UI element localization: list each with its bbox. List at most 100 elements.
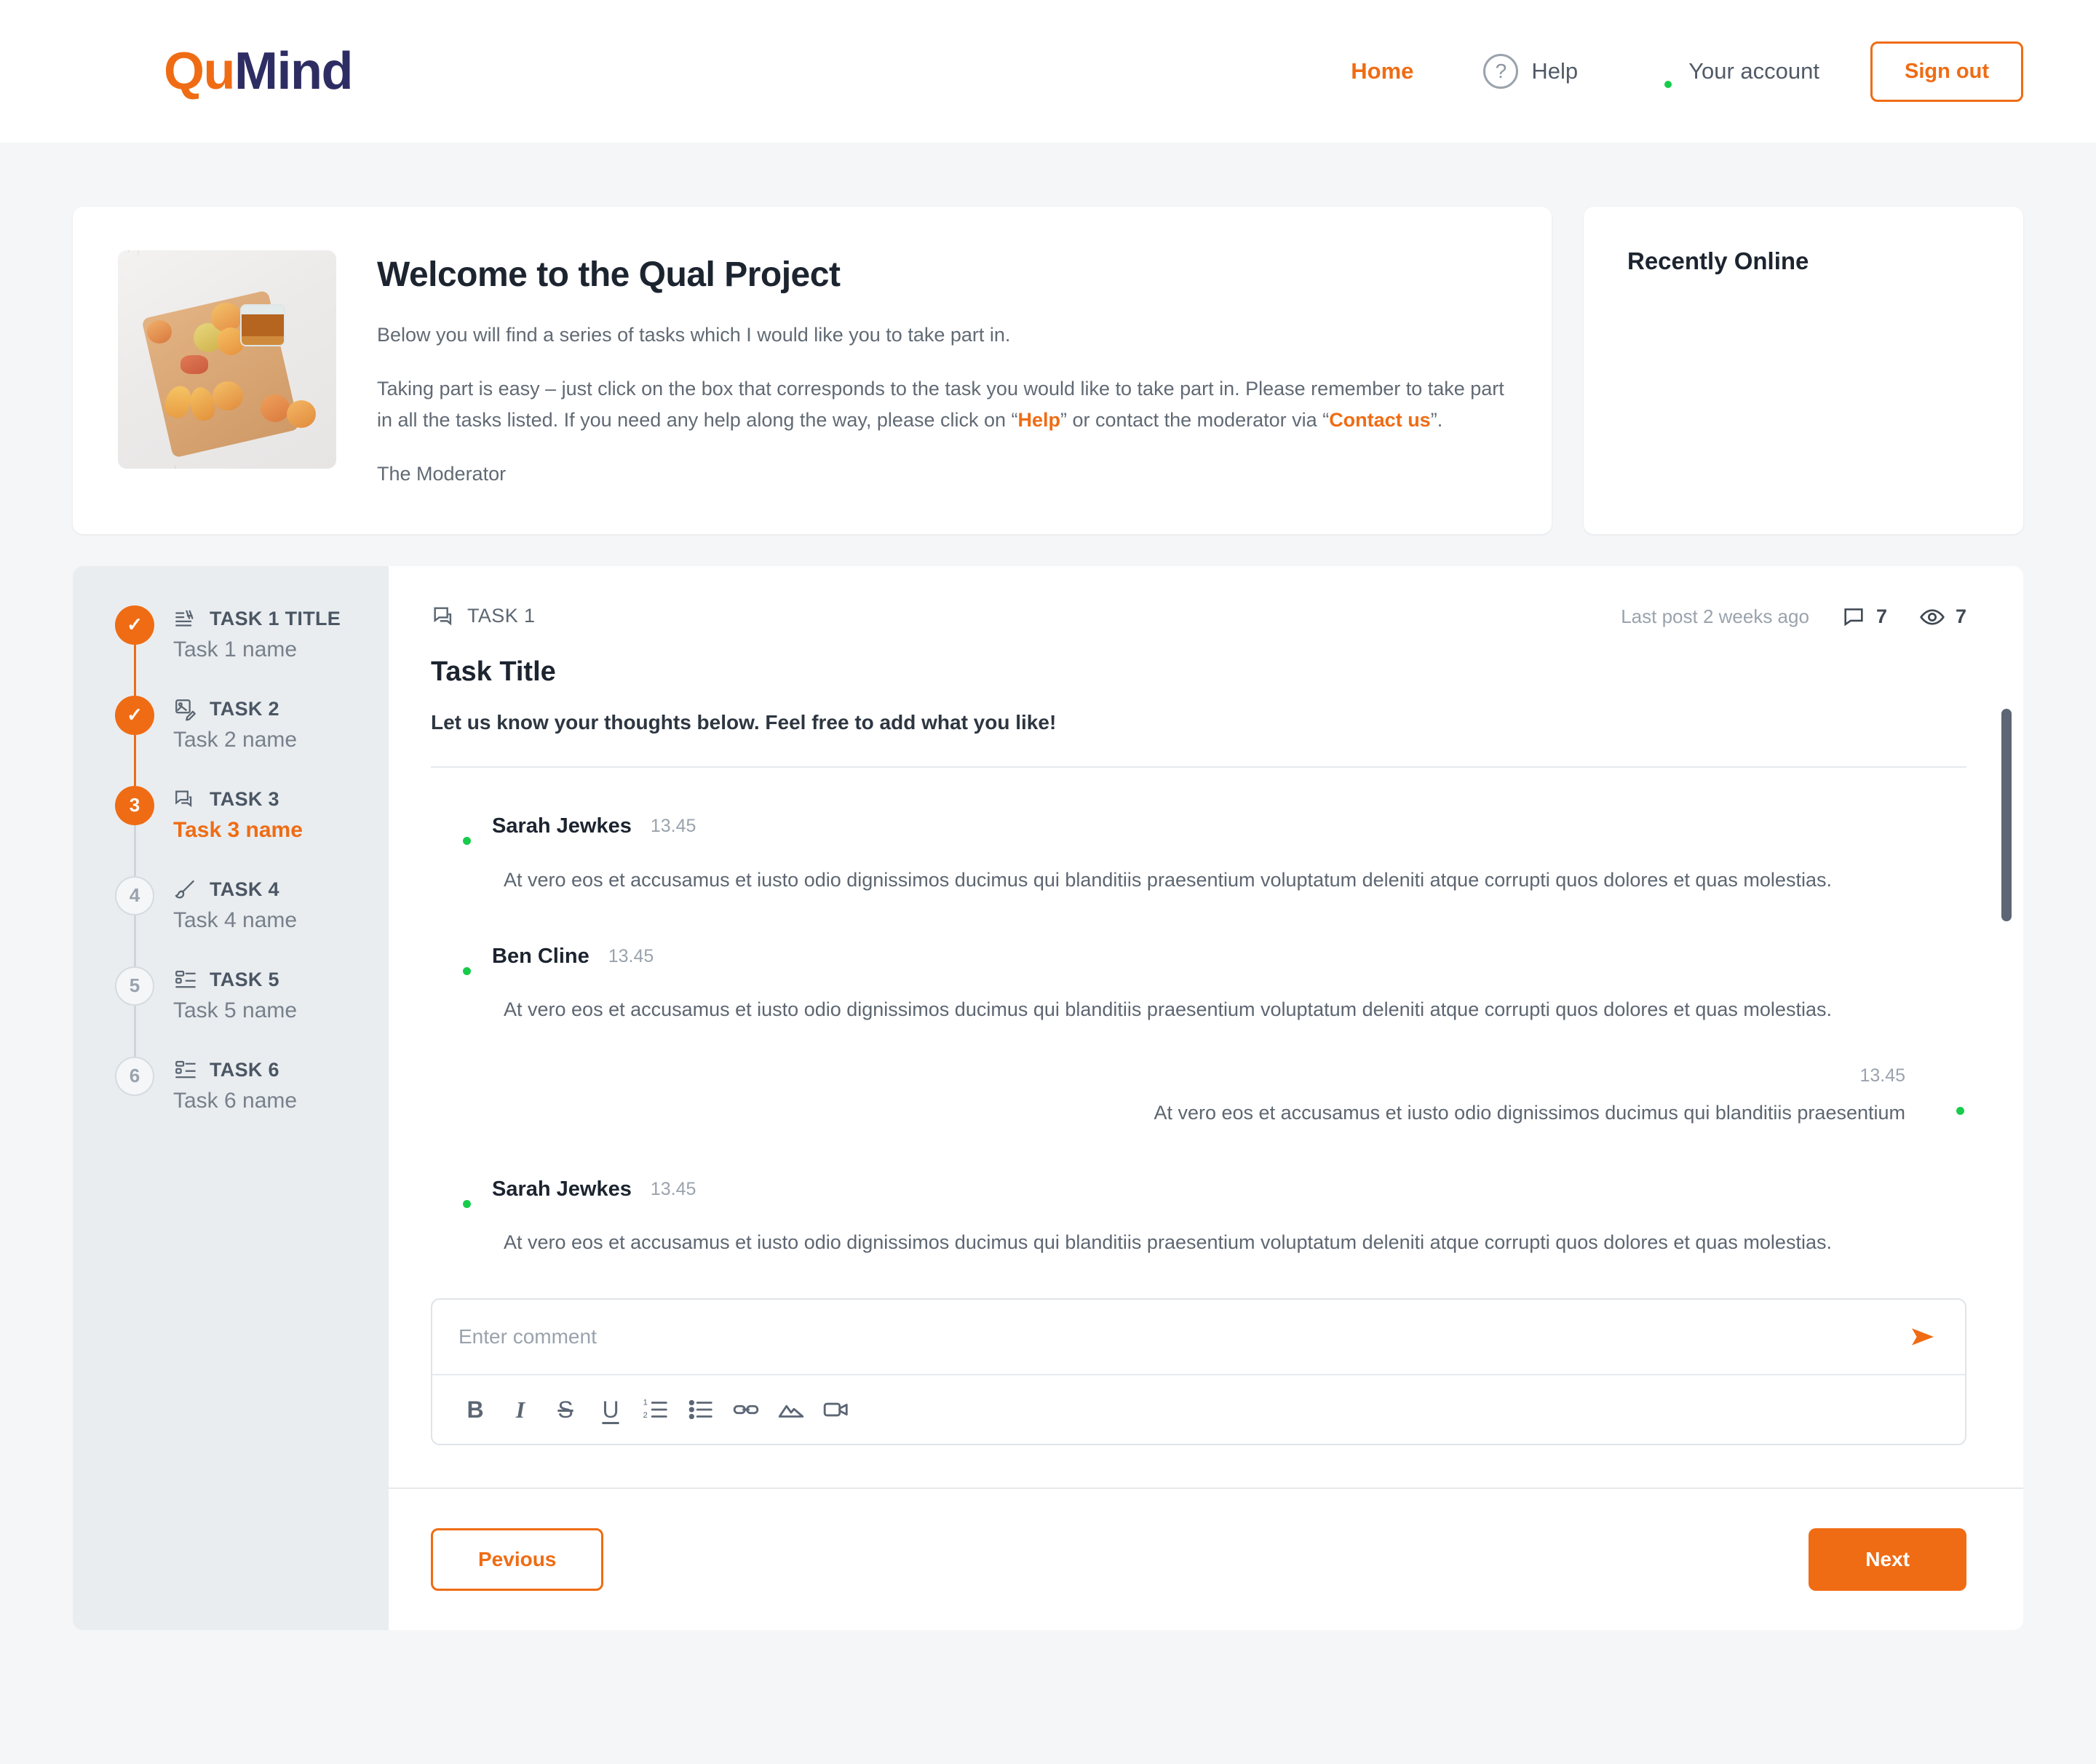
task-step-head: TASK 5 xyxy=(173,968,297,993)
task-step-1[interactable]: ✓ TASK 1 TITLE Task 1 name xyxy=(115,605,389,696)
last-post-time: Last post 2 weeks ago xyxy=(1621,605,1809,628)
bold-button[interactable]: B xyxy=(453,1388,498,1431)
man-with-flowers-avatar[interactable] xyxy=(1813,408,1883,477)
insert-link-button[interactable] xyxy=(723,1388,769,1431)
nav-home-link[interactable]: Home xyxy=(1351,58,1413,84)
nav-help-label: Help xyxy=(1531,58,1579,84)
own-message-col: 13.45 At vero eos et accusamus et iusto o… xyxy=(1154,1065,1905,1128)
task-step-name: Task 5 name xyxy=(173,998,298,1022)
message-time: 13.45 xyxy=(608,945,654,966)
qumind-logo[interactable]: Qu Mind xyxy=(164,42,353,100)
brunette-woman-avatar[interactable] xyxy=(1637,408,1707,477)
svg-text:2: 2 xyxy=(643,1411,648,1420)
message-header: Sarah Jewkes 13.45 xyxy=(431,1168,1966,1210)
strikethrough-button[interactable]: S xyxy=(543,1388,588,1431)
numbered-list-button[interactable]: 12 xyxy=(633,1388,678,1431)
welcome-p2-c: ”. xyxy=(1430,409,1443,432)
svg-text:1: 1 xyxy=(643,1399,648,1407)
own-message-row: 13.45 At vero eos et accusamus et iusto o… xyxy=(1154,1065,1966,1128)
bullet-list-button[interactable] xyxy=(678,1388,723,1431)
task-step-bullet-col: 4 xyxy=(115,875,154,966)
blonde-woman-avatar[interactable] xyxy=(1901,313,1971,383)
task-step-text: TASK 2 Task 2 name xyxy=(173,696,297,752)
message-time: 13.45 xyxy=(650,1178,696,1199)
comment-thread: Sarah Jewkes 13.45 At vero eos et accusamu… xyxy=(431,775,1966,1258)
message-time: 13.45 xyxy=(1859,1065,1905,1086)
page-title: Welcome to the Qual Project xyxy=(377,255,841,294)
task-step-bullet-col: ✓ xyxy=(115,695,154,786)
task-detail-panel: TASK 1 Last post 2 weeks ago 7 7 Task Ti… xyxy=(389,565,2023,1630)
task-step-6[interactable]: 6 TASK 6 Task 6 name xyxy=(115,1056,389,1113)
poll-task-icon xyxy=(175,970,196,988)
task-connector xyxy=(134,915,136,966)
sarah-jewkes-avatar[interactable] xyxy=(431,806,473,848)
woman-with-afro-avatar[interactable] xyxy=(1813,313,1883,383)
send-comment-button[interactable] xyxy=(1905,1318,1940,1356)
comment-message: Ben Cline 13.45 At vero eos et accusamus e… xyxy=(431,935,1966,1025)
task-step-4[interactable]: 4 TASK 4 Task 4 name xyxy=(115,875,389,966)
insert-image-button[interactable] xyxy=(769,1388,814,1431)
task-step-name: Task 6 name xyxy=(173,1088,298,1113)
older-man-with-glasses-avatar[interactable] xyxy=(1637,313,1707,383)
task-section: ✓ TASK 1 TITLE Task 1 name ✓ TASK 2 Task 2 na… xyxy=(73,565,2023,1630)
ben-cline-avatar[interactable] xyxy=(431,935,473,977)
task-footer-nav: Pevious Next xyxy=(389,1487,2023,1630)
task-step-label: TASK 1 TITLE xyxy=(210,608,341,630)
text-task-icon xyxy=(175,610,194,627)
welcome-paragraph-1: Below you will find a series of tasks wh… xyxy=(377,324,1011,346)
paintbrush-task-icon xyxy=(175,880,194,899)
task-step-2[interactable]: ✓ TASK 2 Task 2 name xyxy=(115,695,389,786)
task-step-5[interactable]: 5 TASK 5 Task 5 name xyxy=(115,966,389,1057)
comment-message: Sarah Jewkes 13.45 At vero eos et accusamu… xyxy=(431,1168,1966,1258)
placeholder-avatar[interactable] xyxy=(1901,408,1971,477)
sign-out-button[interactable]: Sign out xyxy=(1870,41,2023,102)
welcome-signature: The Moderator xyxy=(377,463,507,485)
task-step-label: TASK 5 xyxy=(210,969,279,991)
insert-video-button[interactable] xyxy=(814,1388,859,1431)
contact-us-inline-link[interactable]: Contact us xyxy=(1329,409,1431,431)
nav-account-link[interactable]: Your account xyxy=(1635,52,1819,91)
comment-count-value: 7 xyxy=(1875,605,1887,628)
view-count-value: 7 xyxy=(1955,605,1966,628)
next-button[interactable]: Next xyxy=(1809,1527,1966,1591)
underline-button[interactable]: U xyxy=(588,1388,633,1431)
message-text: At vero eos et accusamus et iusto odio d… xyxy=(504,868,1832,891)
task-detail-title: Task Title xyxy=(431,656,556,687)
comment-message: 13.45 At vero eos et accusamus et iusto o… xyxy=(431,1065,1966,1128)
task-step-head: TASK 6 xyxy=(173,1058,297,1083)
task-connector xyxy=(134,1005,136,1057)
recently-online-card: Recently Online xyxy=(1584,207,2023,534)
task-step-bullet-4: 4 xyxy=(115,875,154,915)
sarah-jewkes-avatar[interactable] xyxy=(431,1168,473,1210)
comment-input[interactable] xyxy=(458,1324,1905,1348)
app-header: Qu Mind Home ? Help Your account Sign out xyxy=(0,0,2096,143)
thread-scrollbar[interactable] xyxy=(2001,708,2012,921)
task-step-3[interactable]: 3 TASK 3 Task 3 name xyxy=(115,785,389,876)
task-step-label: TASK 6 xyxy=(210,1059,279,1081)
header-nav: Home ? Help Your account Sign out xyxy=(1351,41,2023,102)
nav-help-link[interactable]: ? Help xyxy=(1483,54,1578,89)
task-step-text: TASK 3 Task 3 name xyxy=(173,786,303,843)
message-header: Sarah Jewkes 13.45 xyxy=(431,806,1966,848)
help-inline-link[interactable]: Help xyxy=(1018,409,1061,431)
task-step-label: TASK 2 xyxy=(210,698,279,720)
top-row: Welcome to the Qual Project Below you wi… xyxy=(73,143,2023,534)
send-paper-plane-icon xyxy=(1912,1328,1934,1346)
woman-with-glasses-avatar[interactable] xyxy=(1725,408,1795,477)
message-text: At vero eos et accusamus et iusto odio d… xyxy=(504,1231,1832,1254)
poll-task-icon xyxy=(175,1060,196,1078)
italic-button[interactable]: I xyxy=(498,1388,543,1431)
logo-mind: Mind xyxy=(234,42,353,100)
previous-button[interactable]: Pevious xyxy=(431,1527,604,1591)
view-count: 7 xyxy=(1919,604,1966,630)
task-step-label: TASK 4 xyxy=(210,878,279,901)
task-tag: TASK 1 xyxy=(431,604,535,629)
comment-icon xyxy=(1844,608,1863,627)
your-account-avatar[interactable] xyxy=(1924,1076,1966,1118)
logo-qu: Qu xyxy=(164,42,235,100)
task-step-head: TASK 4 xyxy=(173,878,297,902)
woman-with-long-hair-avatar[interactable] xyxy=(1725,313,1795,383)
chat-task-icon xyxy=(175,790,192,808)
welcome-paragraph-2: Taking part is easy – just click on the … xyxy=(377,373,1508,437)
comment-message: Sarah Jewkes 13.45 At vero eos et accusamu… xyxy=(431,806,1966,895)
